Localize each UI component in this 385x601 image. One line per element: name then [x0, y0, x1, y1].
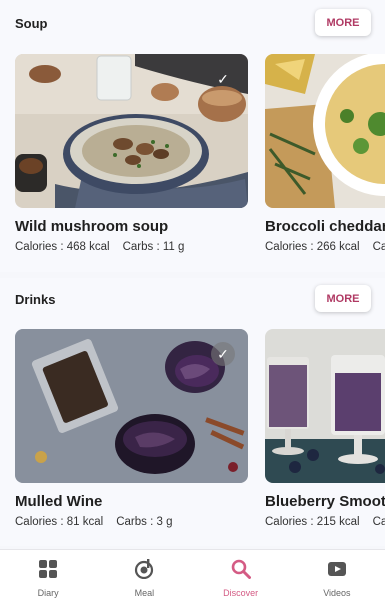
meal-icon: [134, 559, 154, 584]
recipe-carbs: Carbs : 11 g: [122, 241, 185, 253]
nav-label: Videos: [323, 588, 351, 598]
nav-discover[interactable]: Discover: [193, 550, 289, 601]
diary-grid-icon: [38, 559, 58, 584]
recipe-image: ✓: [15, 54, 248, 208]
recipe-calories: Calories : 215 kcal: [265, 516, 360, 528]
nav-meal[interactable]: Meal: [96, 550, 192, 601]
drinks-section: Drinks MORE ✓ Mulled Wine Calories: 81 …: [0, 278, 385, 546]
soup-more-button[interactable]: MORE: [315, 9, 371, 36]
nav-label: Discover: [223, 588, 259, 598]
nav-videos[interactable]: Videos: [289, 550, 385, 601]
nav-label: Meal: [134, 588, 155, 598]
play-icon: [327, 559, 347, 584]
recipe-name: Broccoli cheddar s: [265, 218, 385, 235]
bottom-nav: Diary Meal Discover Videos: [0, 549, 385, 601]
recipe-nutrition: Calories : 215 kcal Ca: [265, 516, 385, 528]
recipe-card-blueberry-smoothie[interactable]: Blueberry Smootho Calories : 215 kcal Ca: [265, 329, 385, 528]
recipe-name: Blueberry Smootho: [265, 493, 385, 510]
recipe-name: Wild mushroom soup: [15, 218, 169, 235]
checkmark-icon: ✓: [211, 342, 235, 366]
recipe-calories: Calories : 266 kcal: [265, 241, 360, 253]
recipe-name: Mulled Wine: [15, 493, 103, 510]
nav-diary[interactable]: Diary: [0, 550, 96, 601]
recipe-image: ✓: [15, 329, 248, 483]
drinks-more-button[interactable]: MORE: [315, 285, 371, 312]
recipe-card-mulled-wine[interactable]: ✓ Mulled Wine Calories : 81 kcal Carbs : …: [15, 329, 248, 528]
recipe-carbs: Ca: [372, 516, 385, 528]
recipe-calories: Calories : 81 kcal: [15, 516, 104, 528]
section-title-drinks: Drinks: [15, 292, 56, 307]
recipe-nutrition: Calories : 81 kcal Carbs : 3 g: [15, 516, 248, 528]
recipe-image: [265, 54, 385, 208]
recipe-card-wild-mushroom-soup[interactable]: ✓ Wild mushroom soup Calories : 468 kcal…: [15, 54, 248, 253]
nav-label: Diary: [37, 588, 59, 598]
search-icon: [231, 559, 251, 584]
recipe-image: [265, 329, 385, 483]
recipe-calories: Calories : 468 kcal: [15, 241, 110, 253]
section-title-soup: Soup: [15, 16, 48, 31]
soup-section: Soup MORE ✓ Wild mushroom soup Calories …: [0, 0, 385, 272]
checkmark-icon: ✓: [217, 70, 229, 87]
recipe-carbs: Carbs : 3 g: [116, 516, 173, 528]
recipe-carbs: Ca: [372, 241, 385, 253]
recipe-nutrition: Calories : 468 kcal Carbs : 11 g: [15, 241, 248, 253]
recipe-card-broccoli-cheddar-soup[interactable]: Broccoli cheddar s Calories : 266 kcal Ca: [265, 54, 385, 253]
recipe-nutrition: Calories : 266 kcal Ca: [265, 241, 385, 253]
